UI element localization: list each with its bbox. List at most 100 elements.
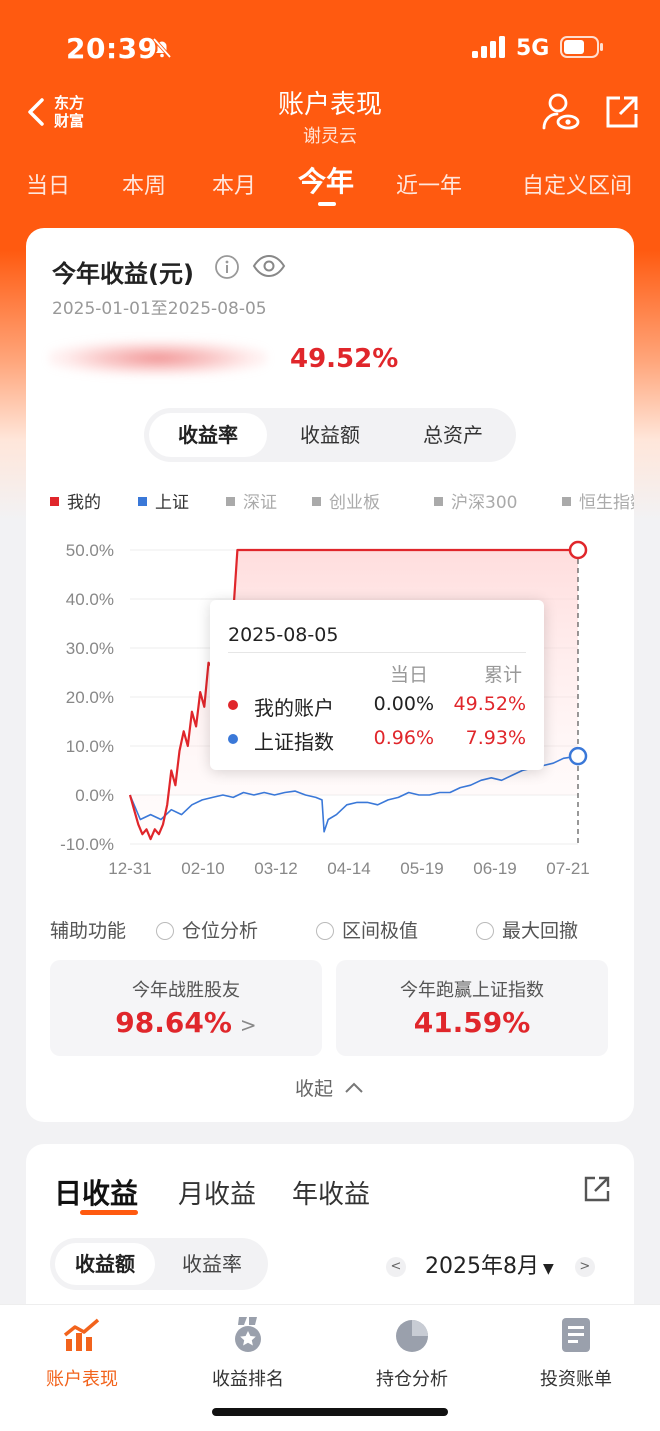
tab-today[interactable]: 当日 [26,168,70,200]
tooltip-name-mine: 我的账户 [254,696,334,720]
returns-metric-toggle: 收益额 收益率 [50,1238,268,1290]
caret-down-icon[interactable]: ▼ [543,1261,554,1277]
chart-tooltip: 2025-08-05 当日 累计 我的账户 0.00% 49.52% 上证指数 … [210,600,544,770]
collapse-button[interactable]: 收起 [26,1074,634,1101]
tooltip-day-shanghai: 0.96% [373,727,434,749]
chevron-right-icon[interactable]: > [574,1257,595,1277]
aux-label: 辅助功能 [50,920,127,942]
medal-icon [235,1317,261,1352]
metric-tab-return-rate[interactable]: 收益率 [149,413,267,457]
tooltip-total-shanghai: 7.93% [465,727,526,749]
y-tick-label: 50.0% [66,541,114,560]
tab-week[interactable]: 本周 [122,168,166,200]
legend-swatch [434,497,443,506]
end-marker-shanghai [568,746,588,766]
aux-position-analysis[interactable]: 仓位分析 [156,916,258,943]
tooltip-dot-shanghai [228,734,238,744]
x-tick-label: 07-21 [546,859,589,878]
metric-tab-total-assets[interactable]: 总资产 [394,413,512,457]
pie-chart-icon [396,1320,428,1352]
tab-last-year[interactable]: 近一年 [396,168,462,200]
tab-yearly-returns[interactable]: 年收益 [292,1174,370,1211]
y-tick-label: 30.0% [66,639,114,658]
performance-card: 今年收益(元) 2025-01-01至2025-08-05 49.52% 收益率… [26,228,634,1122]
x-tick-label: 12-31 [108,859,151,878]
tooltip-day-mine: 0.00% [373,693,434,715]
chevron-right-icon: > [239,1013,257,1037]
chevron-left-icon[interactable]: < [386,1257,406,1277]
legend-chinext[interactable]: 创业板 [312,488,380,512]
aux-range-extremes[interactable]: 区间极值 [316,916,418,943]
tab-monthly-returns[interactable]: 月收益 [178,1174,256,1211]
legend-mine[interactable]: 我的 [50,488,101,512]
x-tick-label: 05-19 [400,859,443,878]
tooltip-dot-mine [228,700,238,710]
returns-metric-amount[interactable]: 收益额 [55,1243,155,1285]
bell-muted-icon [152,37,172,59]
tooltip-col-total: 累计 [484,664,523,686]
tab-indicator [318,202,336,206]
x-tick-label: 06-19 [473,859,516,878]
returns-tab-indicator [80,1210,138,1215]
tab-daily-returns[interactable]: 日收益 [54,1172,138,1212]
document-icon [562,1318,590,1352]
y-tick-label: 0.0% [75,786,114,805]
tooltip-name-shanghai: 上证指数 [254,730,334,754]
radio-icon [476,922,494,940]
date-range: 2025-01-01至2025-08-05 [52,299,267,319]
legend-shenzhen[interactable]: 深证 [226,488,277,512]
tab-year[interactable]: 今年 [298,160,354,200]
x-tick-label: 04-14 [327,859,370,878]
signal-icon [472,36,505,58]
period-tabs: 当日 本周 本月 今年 近一年 自定义区间 [0,160,660,210]
summary-title: 今年收益(元) [52,260,194,288]
network-type: 5G [516,36,550,61]
nav-holdings-analysis[interactable]: 持仓分析 [342,1315,482,1391]
tooltip-col-day: 当日 [390,664,429,686]
y-tick-label: 20.0% [66,688,114,707]
eye-icon[interactable] [252,252,286,280]
legend-swatch [226,497,235,506]
home-indicator [212,1408,448,1416]
chart-legend: 我的 上证 深证 创业板 沪深300 恒生指数 [50,488,634,512]
month-navigator: < 2025年8月 ▼ > [386,1248,595,1280]
legend-swatch [138,497,147,506]
legend-swatch [562,497,571,506]
legend-csi300[interactable]: 沪深300 [434,488,517,512]
metric-segmented-control: 收益率 收益额 总资产 [144,408,516,462]
legend-swatch [312,497,321,506]
share-icon[interactable] [604,94,640,130]
info-icon[interactable] [214,254,240,280]
y-tick-label: 40.0% [66,590,114,609]
legend-swatch [50,497,59,506]
status-time: 20:39 [66,32,158,65]
y-tick-label: 10.0% [66,737,114,756]
tooltip-date: 2025-08-05 [228,624,339,646]
legend-shanghai[interactable]: 上证 [138,488,189,512]
export-icon[interactable] [582,1174,612,1204]
return-percentage: 49.52% [290,344,399,374]
status-bar: 20:39 5G [0,0,660,90]
chart-trend-icon [63,1318,100,1351]
returns-metric-rate[interactable]: 收益率 [162,1243,262,1285]
user-view-icon[interactable] [540,92,580,132]
end-marker-mine [568,540,588,560]
tab-month[interactable]: 本月 [212,168,256,200]
nav-investment-statement[interactable]: 投资账单 [506,1315,646,1391]
aux-max-drawdown[interactable]: 最大回撤 [476,916,578,943]
x-tick-label: 03-12 [254,859,297,878]
metric-tab-return-amount[interactable]: 收益额 [271,413,389,457]
nav-return-ranking[interactable]: 收益排名 [178,1315,318,1391]
month-selector[interactable]: 2025年8月 [425,1254,539,1279]
radio-icon [316,922,334,940]
legend-hangseng[interactable]: 恒生指数 [562,488,634,512]
y-tick-label: -10.0% [60,835,114,854]
hidden-amount [48,340,268,376]
tooltip-divider [228,652,526,653]
tooltip-total-mine: 49.52% [453,693,526,715]
tab-custom-range[interactable]: 自定义区间 [522,168,632,200]
stat-beat-peers[interactable]: 今年战胜股友 98.64% > [50,960,322,1056]
nav-account-performance[interactable]: 账户表现 [12,1315,152,1391]
chevron-up-icon [345,1082,363,1093]
x-tick-label: 02-10 [181,859,224,878]
